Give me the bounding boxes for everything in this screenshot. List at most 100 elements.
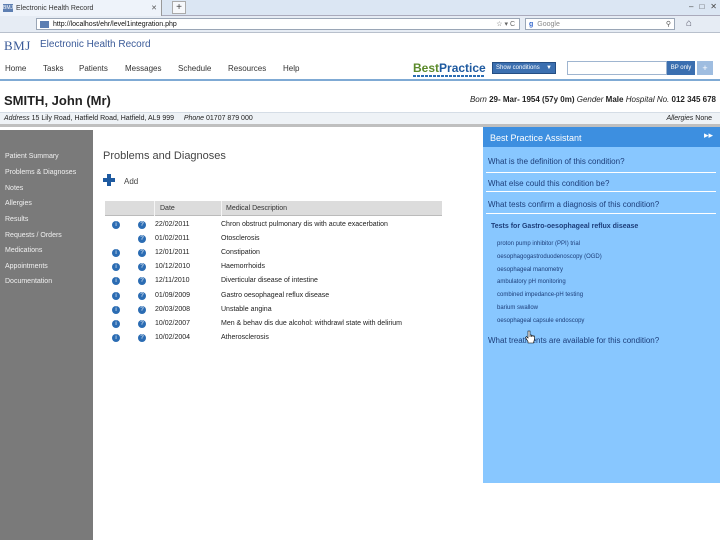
best-practice-assistant-panel: Best Practice Assistant ▸▸ What is the d… xyxy=(483,127,720,483)
help-icon[interactable]: ? xyxy=(138,305,146,314)
row-description: Unstable angina xyxy=(221,305,272,313)
test-link[interactable]: ambulatory pH monitoring xyxy=(497,279,566,285)
row-description: Chron obstruct pulmonary dis with acute … xyxy=(221,221,388,228)
google-icon: g xyxy=(529,20,534,28)
row-date: 10/02/2004 xyxy=(155,333,191,341)
sidebar-item-requests-orders[interactable]: Requests / Orders xyxy=(5,232,62,239)
add-problem-button[interactable]: Add xyxy=(103,174,138,186)
test-link[interactable]: oesophageal capsule endoscopy xyxy=(497,318,584,324)
minimize-icon[interactable]: – xyxy=(689,2,693,11)
patient-demographics: Born 29- Mar- 1954 (57y 0m) Gender Male … xyxy=(470,95,716,104)
help-icon[interactable]: ? xyxy=(138,235,146,244)
menu-patients[interactable]: Patients xyxy=(79,64,108,73)
info-icon[interactable]: i xyxy=(112,221,120,229)
row-date: 20/03/2008 xyxy=(155,305,191,313)
address-bar[interactable]: http://localhost/ehr/level1integration.p… xyxy=(36,18,520,30)
test-link[interactable]: proton pump inhibitor (PPI) trial xyxy=(497,241,580,247)
row-description: Haemorrhoids xyxy=(221,263,265,271)
address-label: Address xyxy=(4,115,30,122)
hospital-number: 012 345 678 xyxy=(671,95,717,104)
bmj-favicon-icon: BMJ xyxy=(3,4,13,12)
sidebar-item-problems-diagnoses[interactable]: Problems & Diagnoses xyxy=(5,169,76,176)
collapse-panel-icon[interactable]: ▸▸ xyxy=(704,130,713,141)
table-row[interactable]: i? 10/02/2007 Men & behav dis due alcohol:… xyxy=(105,317,442,331)
url-text: http://localhost/ehr/level1integration.p… xyxy=(53,20,177,28)
help-icon[interactable]: ? xyxy=(138,333,146,342)
table-row[interactable]: i? 10/02/2004 Atherosclerosis xyxy=(105,331,442,345)
allergies-label: Allergies xyxy=(666,115,694,122)
help-icon[interactable]: ? xyxy=(138,221,146,229)
logo-best: Best xyxy=(413,61,440,75)
menu-resources[interactable]: Resources xyxy=(228,64,266,73)
sidebar-item-allergies[interactable]: Allergies xyxy=(5,200,32,207)
search-icon[interactable]: ⚲ xyxy=(666,20,671,28)
menu-home[interactable]: Home xyxy=(5,64,26,73)
born-label: Born xyxy=(469,95,487,104)
info-icon[interactable]: i xyxy=(112,291,120,300)
test-link[interactable]: oesophageal manometry xyxy=(497,267,563,273)
question-tests[interactable]: What tests confirm a diagnosis of this c… xyxy=(488,200,659,209)
browser-search-input[interactable]: g Google ⚲ xyxy=(525,18,675,30)
patient-banner: SMITH, John (Mr) Born 29- Mar- 1954 (57y… xyxy=(0,81,720,127)
logo-practice: Practice xyxy=(439,61,486,75)
help-icon[interactable]: ? xyxy=(138,277,146,286)
menu-help[interactable]: Help xyxy=(283,64,299,73)
hand-cursor-icon xyxy=(525,330,535,344)
help-icon[interactable]: ? xyxy=(138,263,146,272)
show-conditions-dropdown[interactable]: Show conditions ▼ xyxy=(492,62,556,74)
question-treatments[interactable]: What treatments are available for this c… xyxy=(488,336,659,345)
close-tab-icon[interactable]: ✕ xyxy=(151,4,157,12)
table-row[interactable]: ? 01/02/2011 Otosclerosis xyxy=(105,232,442,246)
sidebar-item-notes[interactable]: Notes xyxy=(5,185,23,192)
table-row[interactable]: i? 12/01/2011 Constipation xyxy=(105,246,442,260)
sidebar-item-results[interactable]: Results xyxy=(5,216,28,223)
page-title: Problems and Diagnoses xyxy=(103,150,226,162)
column-medical-description[interactable]: Medical Description xyxy=(226,205,287,212)
bookmark-star-icon[interactable]: ☆ ▾ C xyxy=(496,20,515,28)
row-description: Atherosclerosis xyxy=(221,333,269,341)
info-icon[interactable]: i xyxy=(112,305,120,314)
bp-plus-button[interactable]: + xyxy=(697,61,713,75)
help-icon[interactable]: ? xyxy=(138,249,146,258)
maximize-icon[interactable]: □ xyxy=(699,2,704,11)
search-placeholder: Google xyxy=(537,20,560,28)
bp-only-button[interactable]: BP only xyxy=(667,61,695,75)
info-icon[interactable]: i xyxy=(112,249,120,258)
test-link[interactable]: barium swallow xyxy=(497,305,538,311)
help-icon[interactable]: ? xyxy=(138,291,146,300)
menu-messages[interactable]: Messages xyxy=(125,64,161,73)
column-date[interactable]: Date xyxy=(160,205,175,212)
table-row[interactable]: i? 20/03/2008 Unstable angina xyxy=(105,303,442,317)
row-date: 10/12/2010 xyxy=(155,263,191,271)
sidebar-item-medications[interactable]: Medications xyxy=(5,247,42,254)
table-row[interactable]: i? 12/11/2010 Diverticular disease of inte… xyxy=(105,274,442,288)
info-icon[interactable]: i xyxy=(112,263,120,272)
question-definition[interactable]: What is the definition of this condition… xyxy=(488,157,625,166)
table-row[interactable]: i? 01/09/2009 Gastro oesophageal reflux di… xyxy=(105,289,442,303)
sidebar-item-appointments[interactable]: Appointments xyxy=(5,263,48,270)
question-differentials[interactable]: What else could this condition be? xyxy=(488,179,609,188)
browser-tab[interactable]: BMJ Electronic Health Record ✕ xyxy=(0,0,162,16)
new-tab-button[interactable]: + xyxy=(172,1,186,14)
help-icon[interactable]: ? xyxy=(138,319,146,328)
menu-schedule[interactable]: Schedule xyxy=(178,64,211,73)
table-row[interactable]: i? 22/02/2011 Chron obstruct pulmonary dis… xyxy=(105,218,442,232)
born-value: 29- Mar- 1954 (57y 0m) xyxy=(489,95,575,104)
row-description: Men & behav dis due alcohol: withdrawl s… xyxy=(221,319,402,327)
test-link[interactable]: oesophagogastroduodenoscopy (OGD) xyxy=(497,254,602,260)
table-row[interactable]: i? 10/12/2010 Haemorrhoids xyxy=(105,260,442,274)
info-icon[interactable]: i xyxy=(112,333,120,342)
menu-tasks[interactable]: Tasks xyxy=(43,64,63,73)
row-description: Gastro oesophageal reflux disease xyxy=(221,291,330,299)
sidebar-item-patient-summary[interactable]: Patient Summary xyxy=(5,153,59,160)
bp-search-input[interactable] xyxy=(567,61,667,75)
best-practice-logo: BestPractice xyxy=(413,61,486,77)
sidebar-item-documentation[interactable]: Documentation xyxy=(5,278,52,285)
info-icon[interactable]: i xyxy=(112,277,120,286)
test-link[interactable]: combined impedance-pH testing xyxy=(497,292,583,298)
home-icon[interactable]: ⌂ xyxy=(686,18,692,29)
bmj-logo: BMJ xyxy=(4,38,31,53)
info-icon[interactable]: i xyxy=(112,319,120,328)
hospital-label: Hospital No. xyxy=(625,95,670,104)
close-window-icon[interactable]: ✕ xyxy=(710,2,717,11)
